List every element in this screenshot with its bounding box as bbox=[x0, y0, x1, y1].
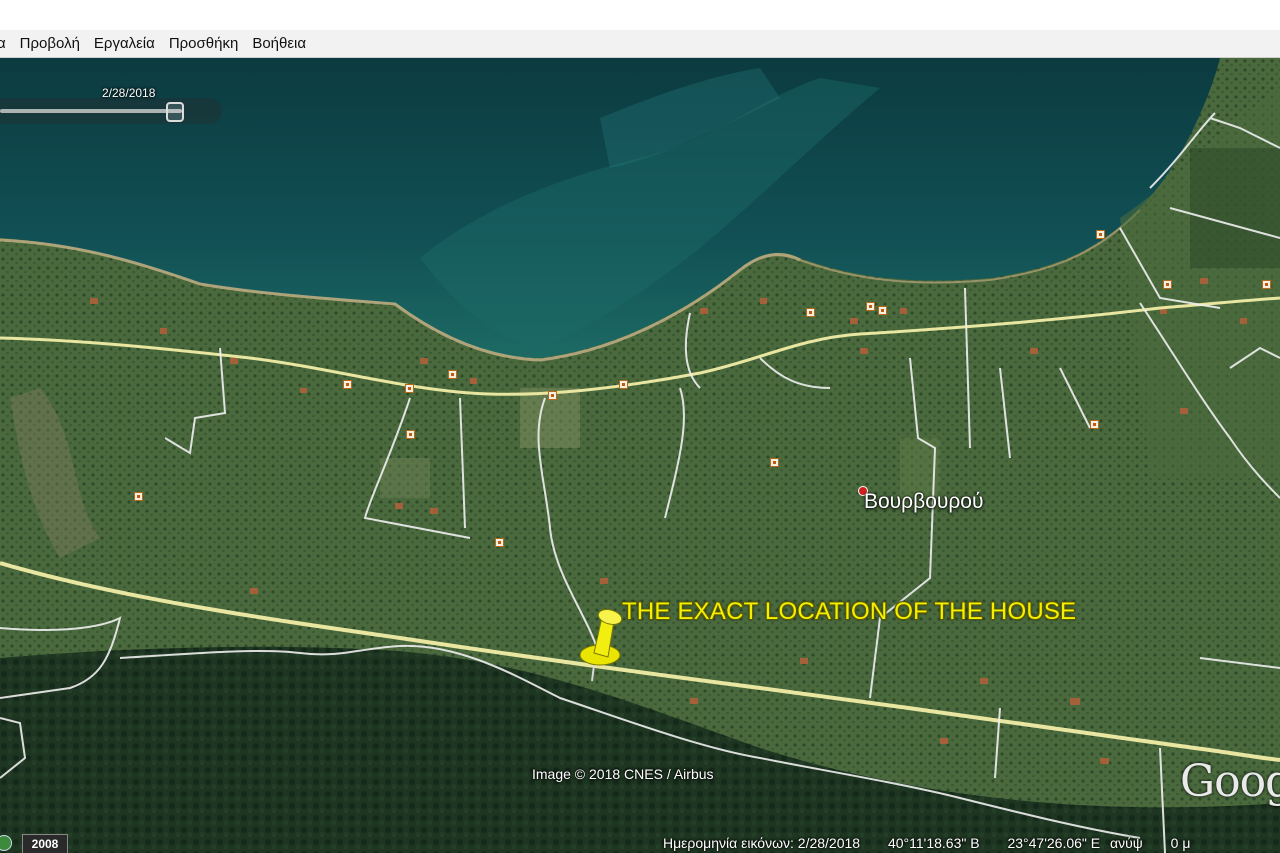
window-top-strip bbox=[0, 0, 1280, 30]
satellite-imagery bbox=[0, 58, 1280, 853]
time-slider-track[interactable] bbox=[0, 109, 182, 113]
poi-marker[interactable] bbox=[770, 458, 779, 467]
town-label[interactable]: Βουρβουρού bbox=[864, 490, 983, 514]
menu-tools[interactable]: Εργαλεία bbox=[87, 35, 162, 52]
poi-marker[interactable] bbox=[878, 306, 887, 315]
status-bar: 2008 Ημερομηνία εικόνων: 2/28/2018 40°11… bbox=[0, 832, 1280, 853]
historical-imagery-year[interactable]: 2008 bbox=[22, 834, 68, 853]
map-view[interactable]: 2/28/2018 Βουρβουρού THE EXACT LOCATION … bbox=[0, 58, 1280, 853]
poi-marker[interactable] bbox=[406, 430, 415, 439]
time-slider[interactable]: 2/28/2018 bbox=[0, 86, 222, 124]
poi-marker[interactable] bbox=[495, 538, 504, 547]
eye-altitude-readout: 0 μ bbox=[1170, 835, 1191, 851]
time-slider-handle[interactable] bbox=[166, 102, 184, 122]
poi-marker[interactable] bbox=[548, 391, 557, 400]
globe-icon bbox=[0, 835, 12, 851]
poi-marker[interactable] bbox=[343, 380, 352, 389]
menu-bar: α Προβολή Εργαλεία Προσθήκη Βοήθεια bbox=[0, 30, 1280, 58]
menu-file[interactable]: α bbox=[0, 35, 13, 52]
longitude-readout: 23°47'26.06" Ε bbox=[1007, 835, 1101, 851]
latitude-readout: 40°11'18.63" Β bbox=[887, 835, 980, 851]
imagery-date: Ημερομηνία εικόνων: 2/28/2018 bbox=[663, 835, 861, 851]
poi-marker[interactable] bbox=[866, 302, 875, 311]
menu-add[interactable]: Προσθήκη bbox=[162, 35, 246, 52]
elevation-label: ανύψ bbox=[1110, 835, 1143, 851]
menu-help[interactable]: Βοήθεια bbox=[245, 35, 313, 52]
poi-marker[interactable] bbox=[1096, 230, 1105, 239]
status-info: Ημερομηνία εικόνων: 2/28/2018 40°11'18.6… bbox=[663, 835, 1214, 851]
poi-marker[interactable] bbox=[806, 308, 815, 317]
google-logo: Goog bbox=[1180, 756, 1280, 807]
menu-view[interactable]: Προβολή bbox=[13, 35, 87, 52]
poi-marker[interactable] bbox=[405, 384, 414, 393]
time-slider-date: 2/28/2018 bbox=[102, 86, 156, 100]
poi-marker[interactable] bbox=[448, 370, 457, 379]
imagery-attribution: Image © 2018 CNES / Airbus bbox=[532, 766, 714, 782]
poi-marker[interactable] bbox=[619, 380, 628, 389]
poi-marker[interactable] bbox=[1090, 420, 1099, 429]
poi-marker[interactable] bbox=[1262, 280, 1271, 289]
poi-marker[interactable] bbox=[1163, 280, 1172, 289]
poi-marker[interactable] bbox=[134, 492, 143, 501]
placemark-label[interactable]: THE EXACT LOCATION OF THE HOUSE bbox=[622, 598, 1076, 626]
